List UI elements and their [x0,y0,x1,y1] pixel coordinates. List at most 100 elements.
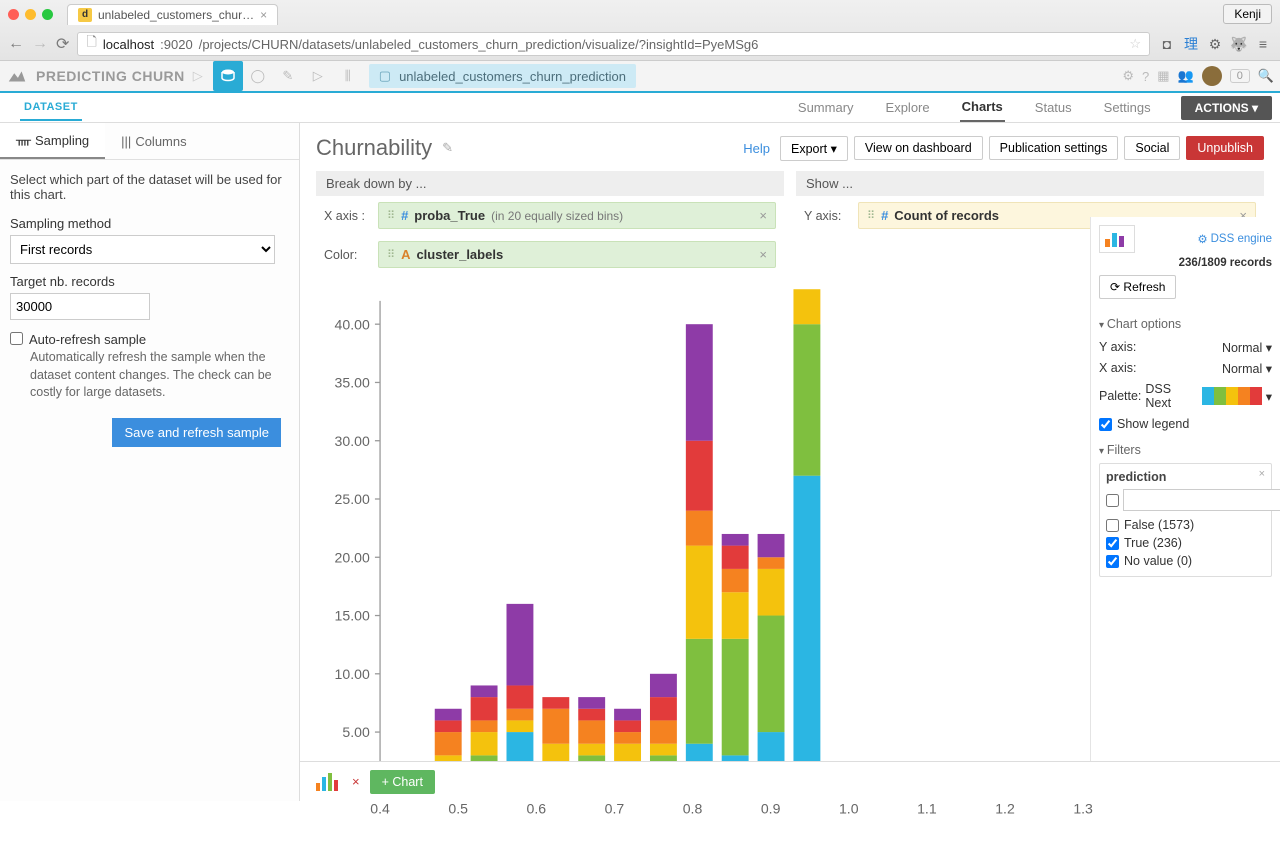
filter-option[interactable]: False (1573) [1106,516,1265,534]
profile-button[interactable]: Kenji [1223,4,1272,24]
refresh-button[interactable]: ⟳ Refresh [1099,275,1176,299]
filter-option-checkbox[interactable] [1106,519,1119,532]
url-path: /projects/CHURN/datasets/unlabeled_custo… [199,37,759,52]
color-pill[interactable]: ⠿ A cluster_labels × [378,241,776,268]
tab-summary[interactable]: Summary [796,94,856,121]
save-sample-button[interactable]: Save and refresh sample [112,418,281,447]
browser-tab[interactable]: d unlabeled_customers_chur… × [67,4,278,25]
numeric-type-icon: # [881,208,888,223]
gear-icon: ⚙ [1197,232,1207,246]
social-button[interactable]: Social [1124,136,1180,160]
tab-explore[interactable]: Explore [884,94,932,121]
maximize-window-icon[interactable] [42,9,53,20]
filter-box: × prediction 🔍 False (1573)True (236)No … [1099,463,1272,577]
center-panel: Churnability ✎ Help Export ▾ View on das… [300,123,1280,801]
x-axis-option[interactable]: X axis:Normal ▾ [1099,358,1272,379]
ext-icon-3[interactable]: ⚙ [1206,35,1224,53]
unpublish-button[interactable]: Unpublish [1186,136,1264,160]
window-controls[interactable] [8,9,53,20]
chart-thumbnail[interactable] [314,771,342,793]
refresh-icon: ⟳ [1110,280,1120,294]
ext-icon-1[interactable]: ◘ [1158,35,1176,53]
drag-handle-icon[interactable]: ⠿ [867,209,875,222]
view-dashboard-button[interactable]: View on dashboard [854,136,983,160]
sampling-tab[interactable]: ᚄSampling [0,123,105,159]
x-axis-pill[interactable]: ⠿ # proba_True (in 20 equally sized bins… [378,202,776,229]
bookmark-icon[interactable]: ☆ [1129,36,1141,52]
string-type-icon: A [401,247,410,262]
filter-option-label: False (1573) [1124,518,1194,532]
tab-settings[interactable]: Settings [1102,94,1153,121]
ext-icon-4[interactable]: 🐺 [1230,35,1248,53]
back-icon[interactable]: ← [8,35,24,53]
project-name[interactable]: PREDICTING CHURN [36,68,185,84]
notebook-icon[interactable]: ✎ [273,61,303,91]
browser-chrome: d unlabeled_customers_chur… × Kenji ← → … [0,0,1280,61]
svg-text:25.00: 25.00 [335,491,370,507]
svg-text:1.2: 1.2 [995,800,1015,816]
help-link[interactable]: Help [743,141,770,156]
remove-x-icon[interactable]: × [759,208,767,223]
filter-select-all-checkbox[interactable] [1106,494,1119,507]
ext-icon-2[interactable]: 理 [1182,35,1200,53]
engine-link[interactable]: ⚙DSS engine [1197,232,1272,246]
tab-status[interactable]: Status [1033,94,1074,121]
filter-option-checkbox[interactable] [1106,537,1119,550]
show-legend-checkbox[interactable] [1099,418,1112,431]
palette-option[interactable]: Palette: DSS Next ▾ [1099,379,1272,413]
dataset-tab-label[interactable]: DATASET [20,95,82,121]
y-axis-option[interactable]: Y axis:Normal ▾ [1099,337,1272,358]
publication-settings-button[interactable]: Publication settings [989,136,1119,160]
filter-search-input[interactable] [1123,489,1280,511]
notification-badge[interactable]: 0 [1230,69,1250,83]
auto-refresh-help: Automatically refresh the sample when th… [30,349,289,402]
delete-chart-icon[interactable]: × [352,774,360,789]
drag-handle-icon[interactable]: ⠿ [387,209,395,222]
remove-filter-icon[interactable]: × [1259,468,1265,480]
sampling-method-select[interactable]: First records [10,235,275,264]
search-icon[interactable]: 🔍 [1258,68,1274,84]
help-icon[interactable]: ? [1142,69,1149,84]
apps-icon[interactable]: ▦ [1157,68,1169,84]
dataset-pill[interactable]: ▢ unlabeled_customers_churn_prediction [369,64,636,88]
close-window-icon[interactable] [8,9,19,20]
close-tab-icon[interactable]: × [260,8,267,22]
palette-caret-icon[interactable]: ▾ [1266,389,1272,404]
datasets-icon[interactable] [213,61,243,91]
edit-title-icon[interactable]: ✎ [442,140,453,156]
menu-icon[interactable]: ≡ [1254,35,1272,53]
address-bar[interactable]: 🗋 localhost:9020/projects/CHURN/datasets… [77,32,1150,56]
forward-icon[interactable]: → [32,35,48,53]
drag-handle-icon[interactable]: ⠿ [387,248,395,261]
show-title: Show ... [796,171,1264,196]
filter-option[interactable]: No value (0) [1106,552,1265,570]
auto-refresh-checkbox[interactable] [10,332,23,345]
users-icon[interactable]: 👥 [1178,68,1194,84]
filter-option[interactable]: True (236) [1106,534,1265,552]
tab-charts[interactable]: Charts [960,93,1005,122]
add-chart-button[interactable]: + Chart [370,770,435,794]
jobs-icon[interactable]: ▷ [303,61,333,91]
target-records-input[interactable] [10,293,150,320]
x-field-sub: (in 20 equally sized bins) [491,209,623,223]
svg-text:40.00: 40.00 [335,316,370,332]
export-button[interactable]: Export ▾ [780,136,848,161]
app-logo-icon[interactable] [6,65,28,87]
app-topbar: PREDICTING CHURN ▷ ◯ ✎ ▷ ⫼ ▢ unlabeled_c… [0,61,1280,93]
chart-type-icon[interactable] [1099,225,1135,253]
actions-button[interactable]: ACTIONS ▾ [1181,96,1272,120]
project-caret-icon[interactable]: ▷ [193,68,203,84]
remove-color-icon[interactable]: × [759,247,767,262]
avatar[interactable] [1202,66,1222,86]
flow-icon[interactable]: ◯ [243,61,273,91]
chart-options-header[interactable]: Chart options [1099,317,1272,331]
filter-option-label: True (236) [1124,536,1182,550]
filter-option-checkbox[interactable] [1106,555,1119,568]
reload-icon[interactable]: ⟳ [56,34,69,54]
columns-tab[interactable]: |||Columns [105,123,202,159]
gear-icon[interactable]: ⚙ [1122,68,1134,84]
favicon-icon: d [78,8,92,22]
filters-header[interactable]: Filters [1099,443,1272,457]
minimize-window-icon[interactable] [25,9,36,20]
analysis-icon[interactable]: ⫼ [333,61,363,91]
